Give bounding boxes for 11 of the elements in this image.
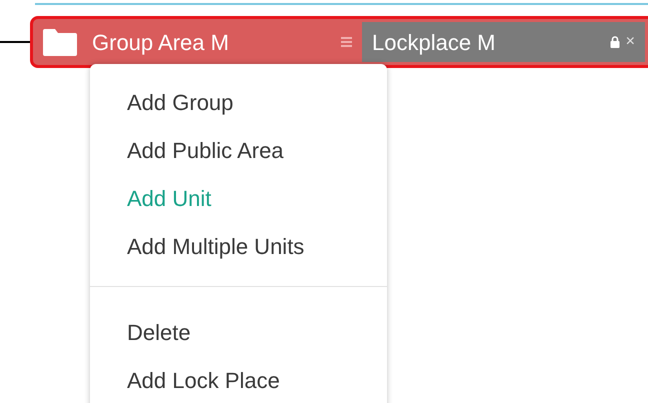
menu-item[interactable]: Add Lock Place — [90, 356, 387, 403]
node-label: Group Area M — [92, 28, 229, 57]
menu-item[interactable]: Add Multiple Units — [90, 222, 387, 270]
drag-handle-icon[interactable] — [341, 37, 352, 47]
lock-place-chip[interactable]: Lockplace M × — [362, 22, 645, 62]
folder-icon — [41, 27, 79, 57]
group-node[interactable]: Group Area M Lockplace M × — [30, 16, 648, 68]
menu-item[interactable]: Add Group — [90, 78, 387, 126]
chip-label: Lockplace M — [372, 28, 496, 57]
menu-item[interactable]: Add Public Area — [90, 126, 387, 174]
menu-item[interactable]: Delete — [90, 308, 387, 356]
